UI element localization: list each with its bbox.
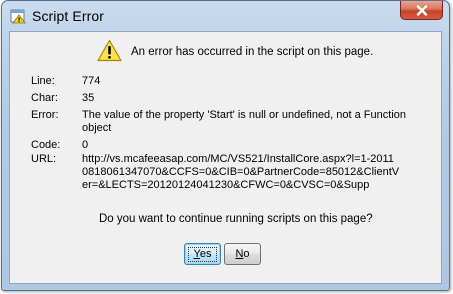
line-value: 774 (82, 75, 101, 87)
no-button[interactable]: No (224, 243, 261, 265)
no-button-label: No (235, 248, 249, 260)
yes-button[interactable]: Yes (184, 243, 221, 265)
yes-label-rest: es (199, 247, 212, 260)
yes-button-label: Yes (187, 246, 218, 262)
close-button[interactable] (400, 1, 443, 20)
window-title: Script Error (32, 8, 104, 24)
url-label: URL: (31, 153, 57, 165)
close-icon (415, 4, 429, 16)
dialog-body: An error has occurred in the script on t… (9, 31, 442, 284)
continue-question: Do you want to continue running scripts … (99, 213, 373, 225)
code-label: Code: (31, 139, 61, 151)
error-label: Error: (31, 109, 59, 121)
char-value: 35 (82, 92, 95, 104)
code-value: 0 (82, 139, 89, 151)
no-label-rest: o (243, 248, 250, 260)
title-bar[interactable]: Script Error (2, 1, 449, 31)
script-error-dialog: Script Error An error has occurred in th… (1, 0, 450, 291)
warning-icon (97, 39, 122, 62)
url-value: http://vs.mcafeeasap.com/MC/VS521/Instal… (82, 153, 400, 191)
line-label: Line: (31, 75, 55, 87)
error-value: The value of the property 'Start' is nul… (82, 109, 407, 134)
char-label: Char: (31, 92, 58, 104)
error-message: An error has occurred in the script on t… (131, 46, 374, 58)
script-error-page-icon (10, 9, 26, 24)
